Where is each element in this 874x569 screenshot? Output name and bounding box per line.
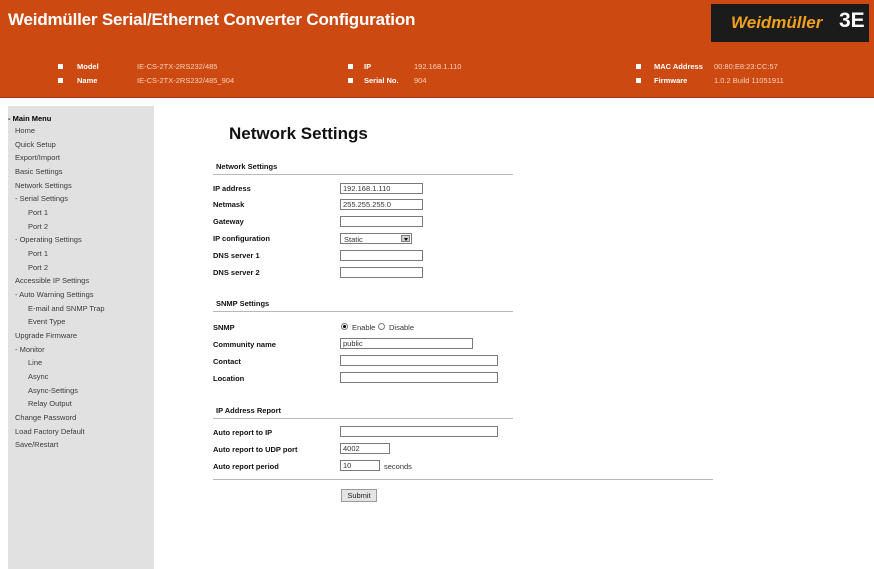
location-label: Location: [213, 374, 245, 383]
logo-mark-icon: 3E: [839, 9, 865, 32]
snmp-enable-radio[interactable]: [341, 323, 348, 330]
app-title: Weidmüller Serial/Ethernet Converter Con…: [8, 10, 416, 29]
menu-item-async[interactable]: Async: [28, 372, 48, 381]
snmp-disable-radio[interactable]: [378, 323, 385, 330]
contact-input[interactable]: [340, 355, 498, 366]
menu-heading: - Main Menu: [8, 114, 52, 123]
menu-item-change-password[interactable]: Change Password: [15, 413, 76, 422]
snmp-disable-label: Disable: [389, 323, 415, 332]
logo-wordmark: Weidmüller: [731, 13, 823, 32]
auto-report-ip-input[interactable]: [340, 426, 498, 437]
netmask-input[interactable]: 255.255.255.0: [340, 199, 423, 210]
snmp-section-title: SNMP Settings: [216, 299, 270, 308]
menu-item-serial-settings[interactable]: - Serial Settings: [15, 194, 68, 203]
bullet-icon: [58, 78, 63, 83]
firmware-label: Firmware: [654, 76, 688, 85]
menu-item-operating-port-1[interactable]: Port 1: [28, 249, 48, 258]
device-info-row-2: Name IE-CS-2TX-2RS232/485_904 Serial No.…: [0, 74, 874, 88]
menu-item-operating-settings[interactable]: - Operating Settings: [15, 235, 82, 244]
menu-item-network-settings[interactable]: Network Settings: [15, 181, 72, 190]
period-unit-label: seconds: [384, 462, 412, 471]
page-title: Network Settings: [229, 124, 368, 143]
menu-item-upgrade-firmware[interactable]: Upgrade Firmware: [15, 331, 77, 340]
model-value: IE-CS-2TX-2RS232/485: [137, 62, 218, 71]
bullet-icon: [348, 78, 353, 83]
firmware-value: 1.0.2 Build 11051911: [714, 76, 784, 85]
menu-item-relay-output[interactable]: Relay Output: [28, 399, 72, 408]
ip-configuration-value: Static: [344, 235, 363, 244]
menu-item-line[interactable]: Line: [28, 358, 42, 367]
header-bar: Weidmüller Serial/Ethernet Converter Con…: [0, 0, 874, 98]
name-label: Name: [77, 76, 98, 85]
ip-report-section-title: IP Address Report: [216, 406, 282, 415]
menu-item-accessible-ip[interactable]: Accessible IP Settings: [15, 276, 89, 285]
ip-configuration-select[interactable]: Static: [340, 233, 412, 244]
auto-report-udp-label: Auto report to UDP port: [213, 445, 298, 454]
form-divider: [213, 479, 713, 480]
auto-report-period-input[interactable]: 10: [340, 460, 380, 471]
menu-item-auto-warning[interactable]: - Auto Warning Settings: [15, 290, 94, 299]
snmp-enable-label: Enable: [352, 323, 376, 332]
ip-address-label: IP address: [213, 184, 251, 193]
auto-report-period-label: Auto report period: [213, 462, 279, 471]
contact-label: Contact: [213, 357, 241, 366]
mac-value: 00:80:E8:23:CC:57: [714, 62, 778, 71]
community-name-input[interactable]: public: [340, 338, 473, 349]
ip-label: IP: [364, 62, 372, 71]
menu-item-serial-port-2[interactable]: Port 2: [28, 222, 48, 231]
network-section-title: Network Settings: [216, 162, 278, 171]
section-divider: [213, 174, 513, 175]
dns-server-2-label: DNS server 2: [213, 268, 260, 277]
menu-item-home[interactable]: Home: [15, 126, 35, 135]
chevron-down-icon[interactable]: [401, 235, 410, 242]
bullet-icon: [636, 64, 641, 69]
name-value: IE-CS-2TX-2RS232/485_904: [137, 76, 235, 85]
bullet-icon: [58, 64, 63, 69]
gateway-label: Gateway: [213, 217, 244, 226]
sidebar-menu: - Main Menu Home Quick Setup Export/Impo…: [8, 106, 154, 569]
dns-server-1-input[interactable]: [340, 250, 423, 261]
menu-item-monitor[interactable]: - Monitor: [15, 345, 45, 354]
ip-configuration-label: IP configuration: [213, 234, 270, 243]
menu-item-email-snmp-trap[interactable]: E-mail and SNMP Trap: [28, 304, 105, 313]
bullet-icon: [348, 64, 353, 69]
netmask-label: Netmask: [213, 200, 245, 209]
brand-logo: Weidmüller 3E: [711, 4, 869, 42]
ip-value: 192.168.1.110: [414, 62, 462, 71]
snmp-label: SNMP: [213, 323, 235, 332]
menu-item-serial-port-1[interactable]: Port 1: [28, 208, 48, 217]
serial-value: 904: [414, 76, 427, 85]
menu-item-async-settings[interactable]: Async-Settings: [28, 386, 78, 395]
dns-server-2-input[interactable]: [340, 267, 423, 278]
device-info-row-1: Model IE-CS-2TX-2RS232/485 IP 192.168.1.…: [0, 60, 874, 74]
ip-address-input[interactable]: 192.168.1.110: [340, 183, 423, 194]
mac-label: MAC Address: [654, 62, 703, 71]
menu-item-basic-settings[interactable]: Basic Settings: [15, 167, 63, 176]
serial-label: Serial No.: [364, 76, 399, 85]
auto-report-ip-label: Auto report to IP: [213, 428, 273, 437]
submit-button[interactable]: Submit: [341, 489, 377, 502]
community-name-label: Community name: [213, 340, 276, 349]
section-divider: [213, 418, 513, 419]
dns-server-1-label: DNS server 1: [213, 251, 260, 260]
model-label: Model: [77, 62, 99, 71]
gateway-input[interactable]: [340, 216, 423, 227]
menu-item-export-import[interactable]: Export/Import: [15, 153, 60, 162]
menu-item-event-type[interactable]: Event Type: [28, 317, 65, 326]
menu-item-operating-port-2[interactable]: Port 2: [28, 263, 48, 272]
menu-item-quick-setup[interactable]: Quick Setup: [15, 140, 56, 149]
section-divider: [213, 311, 513, 312]
menu-item-load-factory-default[interactable]: Load Factory Default: [15, 427, 85, 436]
auto-report-udp-input[interactable]: 4002: [340, 443, 390, 454]
location-input[interactable]: [340, 372, 498, 383]
bullet-icon: [636, 78, 641, 83]
menu-item-save-restart[interactable]: Save/Restart: [15, 440, 58, 449]
